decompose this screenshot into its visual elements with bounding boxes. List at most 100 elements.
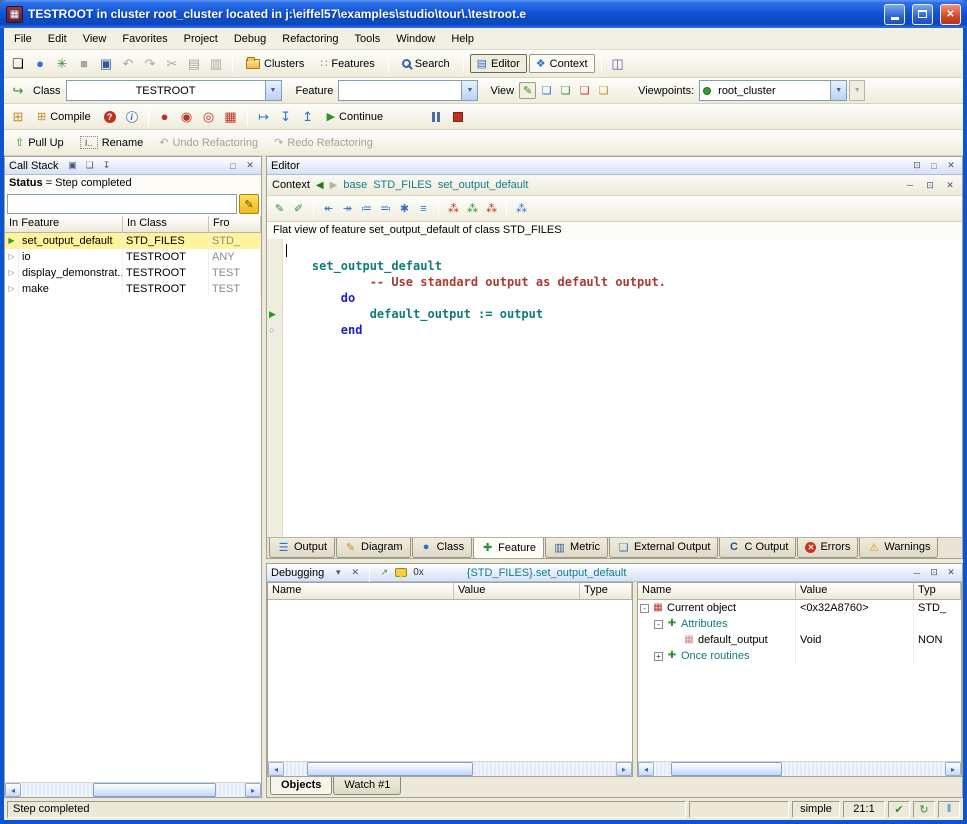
viewpoints-combobox[interactable]: root_cluster ▼ [699,80,847,101]
continue-button[interactable]: ▶ Continue [320,107,391,126]
close-tool-icon[interactable]: ✕ [944,159,958,172]
maximize-tool-icon[interactable]: □ [927,159,941,172]
rename-button[interactable]: I.. Rename [73,133,151,152]
menu-project[interactable]: Project [176,30,226,48]
send-to-new-window-icon[interactable]: ↪ [8,81,28,101]
object-tree-row[interactable]: ▦ default_output Void NON [638,632,961,648]
code-line[interactable]: set_output_default [283,258,962,274]
debug-info-icon[interactable]: i [122,107,142,127]
scroll-track[interactable] [284,762,616,776]
call-stack-filter-input[interactable] [7,194,237,214]
menu-refactoring[interactable]: Refactoring [274,30,346,48]
object-tree-row[interactable]: + ✚ Once routines [638,648,961,664]
scroll-thumb[interactable] [93,783,216,797]
menu-help[interactable]: Help [443,30,482,48]
tab-watch-1[interactable]: Watch #1 [333,777,401,795]
scroll-track[interactable] [21,783,245,797]
homonyms-icon[interactable]: ⁂ [513,200,530,217]
watch-hscrollbar[interactable]: ◂ ▸ [268,761,632,776]
maximize-tool-icon[interactable]: □ [226,159,240,172]
column-from[interactable]: Fro [209,216,261,233]
call-stack-row[interactable]: ▷ display_demonstrat... TESTROOT TEST [5,265,261,281]
edit-feature-icon[interactable]: ✎ [271,200,288,217]
tab-warnings[interactable]: ⚠Warnings [859,538,938,558]
close-tool-icon[interactable]: ✕ [243,159,257,172]
features-button[interactable]: ∷ Features [313,54,381,73]
clickable-view-icon[interactable]: ❏ [538,82,555,99]
clients-icon[interactable]: ⁂ [483,200,500,217]
clusters-button[interactable]: Clusters [239,55,311,73]
objects-hscrollbar[interactable]: ◂ ▸ [638,761,961,776]
scroll-left-arrow[interactable]: ◂ [268,762,284,776]
show-breakpoints-icon[interactable]: ● [155,107,175,127]
chevron-down-icon[interactable]: ▼ [461,81,477,100]
menu-window[interactable]: Window [388,30,443,48]
feature-combobox[interactable]: ▼ [338,80,478,101]
assigners-icon[interactable]: ≔ [358,200,375,217]
call-stack-row[interactable]: ▷ io TESTROOT ANY [5,249,261,265]
scroll-right-arrow[interactable]: ▸ [245,783,261,797]
pull-up-button[interactable]: ⇧ Pull Up [8,133,71,152]
descendants-icon[interactable]: ⁂ [464,200,481,217]
object-tree-row[interactable]: - ▦ Current object <0x32A8760> STD_ [638,600,961,616]
compile-button[interactable]: ⊞ Compile [30,107,98,126]
ancestors-icon[interactable]: ⁂ [445,200,462,217]
code-line[interactable]: do [283,290,962,306]
diagram-tool-icon[interactable]: ◫ [608,54,628,74]
call-stack-row[interactable]: ▷ make TESTROOT TEST [5,281,261,297]
pause-button[interactable] [426,107,446,127]
new-window-icon[interactable]: ❏ [8,54,28,74]
step-out-icon[interactable]: ↥ [298,107,318,127]
code-lines[interactable]: set_output_default -- Use standard outpu… [283,239,962,537]
column-type[interactable]: Type [580,583,632,600]
column-value[interactable]: Value [454,583,580,600]
scroll-thumb[interactable] [307,762,473,776]
restore-tool-icon[interactable]: ⊡ [927,566,941,579]
close-button[interactable]: ✕ [940,4,961,25]
close-tool-icon[interactable]: ✕ [943,179,957,192]
export-icon[interactable]: ↧ [100,159,114,172]
chevron-down-icon[interactable]: ▼ [265,81,281,100]
column-in-feature[interactable]: In Feature [5,216,123,233]
close-tool-icon[interactable]: ✕ [348,566,362,579]
breadcrumb-class[interactable]: STD_FILES [373,179,432,191]
expander-icon[interactable]: - [640,604,649,613]
code-line[interactable]: -- Use standard output as default output… [283,274,962,290]
scroll-left-arrow[interactable]: ◂ [638,762,654,776]
breadcrumb-feature[interactable]: set_output_default [438,179,529,191]
editor-gutter[interactable]: ▶ ○ [267,239,283,537]
tab-diagram[interactable]: ✎Diagram [336,538,411,558]
title-bar[interactable]: ▦ TESTROOT in cluster root_cluster locat… [0,0,967,28]
watch-table-body[interactable] [268,600,632,761]
expression-icon[interactable] [394,566,408,579]
menu-edit[interactable]: Edit [40,30,75,48]
contract-view-icon[interactable]: ❏ [576,82,593,99]
context-tool-button[interactable]: ❖ Context [529,54,595,73]
expander-icon[interactable]: - [654,620,663,629]
scroll-right-arrow[interactable]: ▸ [616,762,632,776]
stop-button[interactable] [448,107,468,127]
code-line[interactable] [283,242,962,258]
chevron-down-icon[interactable]: ▼ [830,81,846,100]
restore-tool-icon[interactable]: ⊡ [923,179,937,192]
creators-icon[interactable]: ✱ [396,200,413,217]
go-to-execution-point-icon[interactable]: ↗ [377,566,391,579]
scroll-thumb[interactable] [671,762,782,776]
expander-icon[interactable]: + [654,652,663,661]
back-icon[interactable]: ◀ [316,180,324,191]
call-stack-filter-button[interactable]: ✎ [239,194,259,214]
breakpoint-slot-icon[interactable]: ○ [269,322,274,338]
interface-view-icon[interactable]: ❏ [595,82,612,99]
class-combobox[interactable]: TESTROOT ▼ [66,80,282,101]
tab-feature[interactable]: ✚Feature [473,538,544,559]
callers-icon[interactable]: ↞ [320,200,337,217]
save-call-stack-icon[interactable]: ▣ [66,159,80,172]
float-tool-icon[interactable]: ⊡ [910,159,924,172]
column-name[interactable]: Name [268,583,454,600]
objects-table-body[interactable]: - ▦ Current object <0x32A8760> STD_ [638,600,961,761]
tab-metric[interactable]: ▥Metric [545,538,608,558]
tab-objects[interactable]: Objects [270,777,332,795]
step-over-icon[interactable]: ↦ [254,107,274,127]
open-in-window-icon[interactable]: ❏ [83,159,97,172]
close-tool-icon[interactable]: ✕ [944,566,958,579]
